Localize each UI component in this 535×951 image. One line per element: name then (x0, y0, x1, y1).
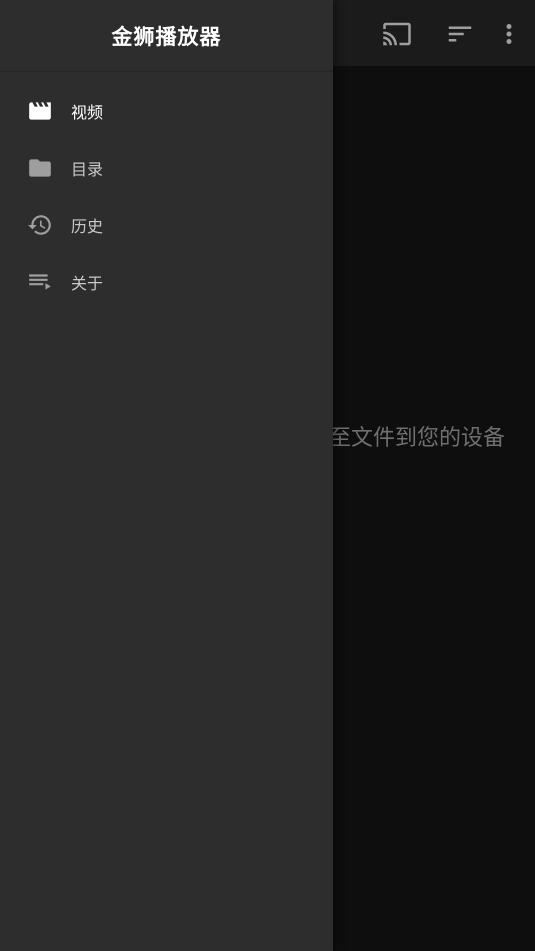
drawer-nav: 视频 目录 历史 关于 (0, 72, 333, 310)
drawer-item-videos[interactable]: 视频 (0, 82, 333, 139)
drawer-item-folders[interactable]: 目录 (0, 139, 333, 196)
movie-clapper-icon (27, 98, 53, 124)
navigation-drawer: 金狮播放器 视频 目录 历史 关于 (0, 0, 333, 951)
drawer-item-about[interactable]: 关于 (0, 253, 333, 310)
drawer-item-label: 历史 (71, 216, 104, 236)
drawer-item-history[interactable]: 历史 (0, 196, 333, 253)
sort-icon[interactable] (444, 18, 476, 50)
playlist-play-icon (27, 269, 53, 295)
drawer-item-label: 视频 (71, 102, 104, 122)
cast-icon[interactable] (381, 18, 413, 50)
drawer-item-label: 目录 (71, 159, 104, 179)
drawer-item-label: 关于 (71, 273, 104, 293)
screen: 至文件到您的设备 金狮播放器 视频 目录 历史 关于 (0, 0, 535, 951)
more-vert-icon[interactable] (493, 18, 525, 50)
folder-icon (27, 155, 53, 181)
app-title: 金狮播放器 (111, 24, 222, 49)
drawer-header: 金狮播放器 (0, 0, 333, 72)
history-icon (27, 212, 53, 238)
